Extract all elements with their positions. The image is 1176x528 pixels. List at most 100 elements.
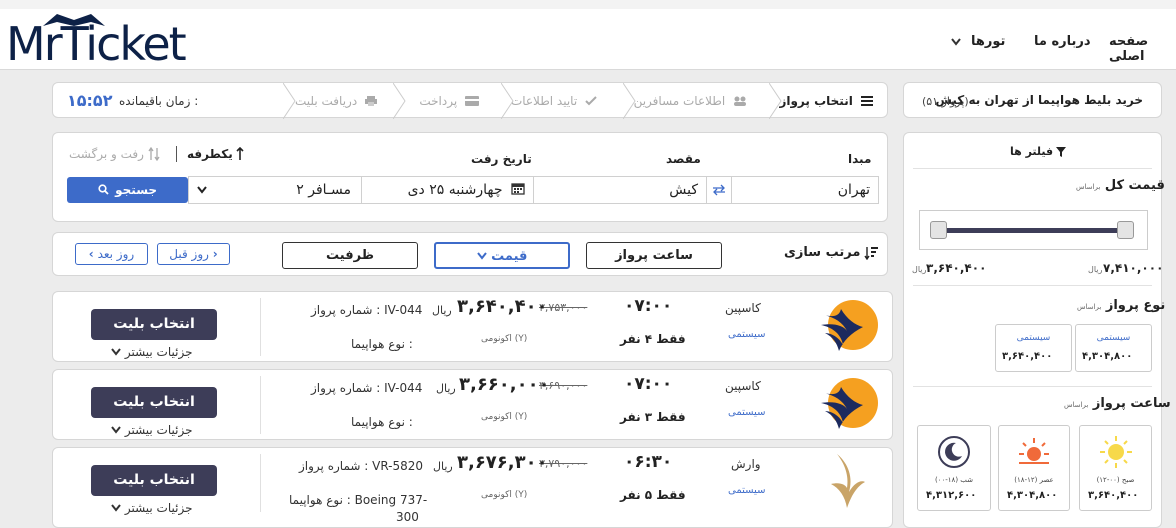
more-details-link[interactable]: جزئیات بیشتر (111, 501, 193, 515)
aircraft-type: نوع هواپیما : Boeing 737- (289, 493, 428, 507)
chevron-left-icon: ‹ (88, 247, 94, 261)
dest-field[interactable]: کیش (533, 176, 707, 204)
flight-count: (۵۱ پرواز) (922, 95, 969, 108)
step-label: انتخاب پرواز (779, 94, 853, 108)
chevron-down-icon (111, 504, 121, 512)
chevron-down-icon (111, 426, 121, 434)
trip-round-label: رفت و برگشت (69, 147, 144, 161)
select-ticket-button[interactable]: انتخاب بلیت (91, 387, 217, 418)
time-option-afternoon[interactable]: عصر (۱۲-۱۸) ۴,۳۰۴,۸۰۰ (998, 425, 1070, 511)
departure-time: ۰۶:۳۰ (624, 452, 673, 472)
flight-number: شماره پرواز : VR-5820 (299, 459, 424, 473)
divider (260, 454, 261, 512)
slider-handle-max[interactable] (1117, 221, 1134, 239)
departure-time: ۰۷:۰۰ (624, 374, 673, 394)
search-icon (98, 184, 109, 195)
select-ticket-button[interactable]: انتخاب بلیت (91, 465, 217, 496)
sun-icon (1100, 436, 1132, 468)
logo[interactable]: MrTicket (6, 12, 187, 72)
price-range-slider[interactable] (919, 210, 1148, 250)
trip-oneway[interactable]: یکطرفه (187, 147, 244, 161)
filters-title-text: فیلتر ها (1010, 145, 1054, 158)
origin-label: مبدا (848, 152, 872, 166)
sort-price-label: قیمت (491, 249, 528, 264)
flight-type-option[interactable]: سیستمی ۳,۶۴۰,۴۰۰ (995, 324, 1072, 372)
time-option-night[interactable]: شب (۱۸-۰۰) ۴,۳۱۲,۶۰۰ (917, 425, 991, 511)
aircraft-type-cont: 300 (396, 510, 419, 524)
origin-field[interactable]: تهران (731, 176, 879, 204)
option-label: عصر (۱۲-۱۸) (1014, 476, 1054, 484)
flight-type-label: نوع پرواز (1105, 298, 1166, 313)
flight-card: وارش سیستمی ۰۶:۳۰ فقط ۵ نفر ۳,۷۹۰,۰۰۰ ۳,… (52, 447, 893, 528)
passengers-field[interactable]: ۲ مسـافر (188, 176, 362, 204)
option-label: صبح (۰۰-۱۲) (1096, 476, 1135, 484)
aircraft-type: نوع هواپیما : (351, 415, 413, 429)
flight-card: کاسپین سیستمی ۰۷:۰۰ فقط ۳ نفر ۳,۶۹۰,۰۰۰ … (52, 369, 893, 440)
step-label: دریافت بلیت (294, 94, 358, 108)
basis-label: براساس (1064, 401, 1089, 409)
currency-label: ریال (912, 265, 927, 274)
step-divider (623, 83, 636, 119)
airline-name: کاسپین (725, 379, 761, 393)
divider (913, 285, 1152, 286)
sunset-icon (1019, 438, 1049, 464)
slider-handle-min[interactable] (930, 221, 947, 239)
step-divider (393, 83, 406, 119)
option-label: شب (۱۸-۰۰) (934, 476, 974, 484)
nav-home[interactable]: صفحه اصلی (1109, 34, 1176, 64)
sort-capacity[interactable]: ظرفیت (282, 242, 418, 269)
airline-name: کاسپین (725, 301, 761, 315)
flight-type-option[interactable]: سیستمی ۴,۳۰۴,۸۰۰ (1075, 324, 1152, 372)
flight-type: سیستمی (728, 485, 766, 496)
flight-type: سیستمی (728, 407, 766, 418)
nav-about[interactable]: درباره ما (1034, 34, 1091, 49)
price-value: ۳,۶۴۰,۴۰۰ (457, 296, 548, 317)
option-label: سیستمی (1096, 333, 1131, 343)
flight-type: سیستمی (728, 329, 766, 340)
option-price: ۳,۶۴۰,۴۰۰ (1088, 490, 1139, 501)
sort-label: مرتب سازی (784, 245, 879, 260)
filters-title: فیلتر ها (1010, 145, 1067, 158)
more-details-link[interactable]: جزئیات بیشتر (111, 423, 193, 437)
option-price: ۴,۳۰۴,۸۰۰ (1007, 490, 1058, 501)
price-min: ۳,۶۴۰,۴۰۰ (926, 261, 987, 275)
divider (913, 386, 1152, 387)
step-select-flight: انتخاب پرواز (779, 83, 873, 119)
time-option-morning[interactable]: صبح (۰۰-۱۲) ۳,۶۴۰,۴۰۰ (1079, 425, 1152, 511)
swap-icon (713, 184, 725, 196)
basis-label: براساس (1076, 183, 1101, 191)
select-ticket-button[interactable]: انتخاب بلیت (91, 309, 217, 340)
more-details-label: جزئیات بیشتر (124, 345, 193, 359)
sort-flight-time[interactable]: ساعت پرواز (586, 242, 722, 269)
flight-time-label: ساعت پرواز (1092, 396, 1171, 411)
trip-round[interactable]: رفت و برگشت (69, 147, 160, 161)
sort-label-text: مرتب سازی (784, 245, 861, 260)
flight-card: کاسپین سیستمی ۰۷:۰۰ فقط ۴ نفر ۳,۷۵۳,۰۰۰ … (52, 291, 893, 362)
chevron-down-icon (951, 38, 961, 46)
airline-name: وارش (731, 457, 761, 471)
aircraft-type: نوع هواپیما : (351, 337, 413, 351)
nav-tours[interactable]: تورها (971, 34, 1005, 49)
search-button[interactable]: جستجو (67, 177, 188, 203)
timer-label: زمان باقیمانده : (119, 94, 199, 108)
step-divider (769, 83, 782, 119)
currency-label: ریال (1088, 265, 1103, 274)
trip-oneway-label: یکطرفه (187, 147, 233, 161)
prev-day-button[interactable]: روز قبل › (157, 243, 230, 265)
date-field[interactable]: چهارشنبه ۲۵ دی (361, 176, 534, 204)
basis-label: براساس (1077, 303, 1102, 311)
sort-price[interactable]: قیمت (434, 242, 570, 269)
calendar-icon (511, 183, 525, 195)
option-price: ۴,۳۰۴,۸۰۰ (1082, 351, 1133, 362)
arrow-up-icon (236, 147, 244, 160)
currency: ریال (433, 460, 453, 473)
flight-number: شماره پرواز : IV-044 (311, 381, 423, 395)
swap-button[interactable] (706, 176, 732, 204)
next-day-button[interactable]: ‹ روز بعد (75, 243, 148, 265)
step-payment: پرداخت (419, 83, 479, 119)
more-details-link[interactable]: جزئیات بیشتر (111, 345, 193, 359)
seats-left: فقط ۴ نفر (620, 332, 686, 346)
caspian-logo-icon (821, 378, 878, 429)
top-strip (0, 0, 1176, 9)
option-label: سیستمی (1016, 333, 1051, 343)
